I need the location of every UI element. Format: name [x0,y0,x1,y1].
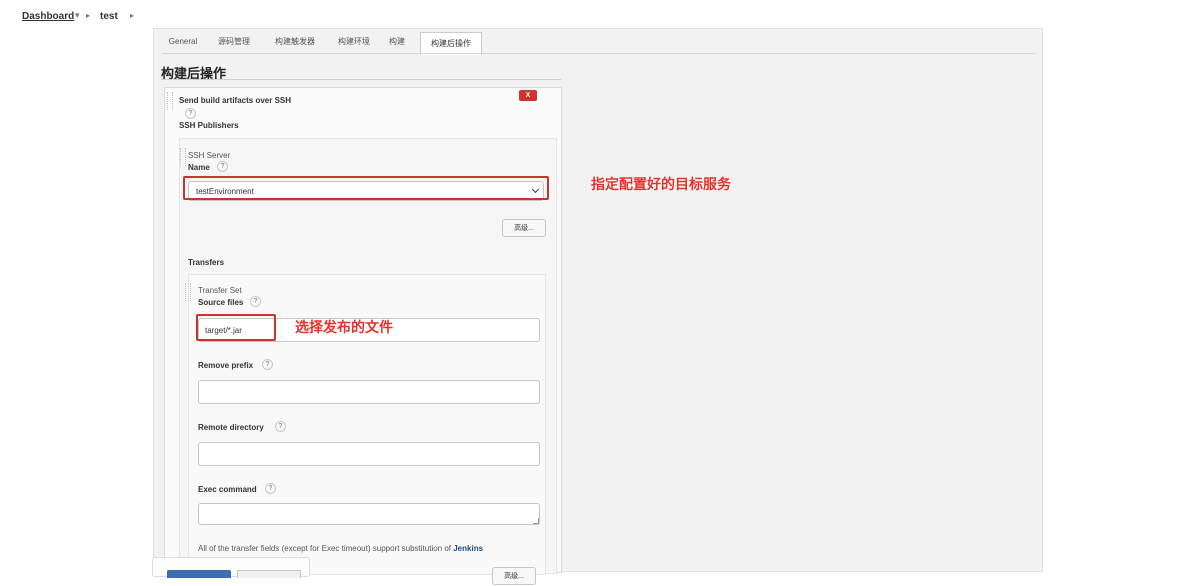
remove-prefix-input[interactable] [198,380,540,404]
config-panel: General 源码管理 构建触发器 构建环境 构建 构建后操作 构建后操作 S… [153,28,1043,585]
exec-command-label: Exec command [198,485,257,494]
tab-build-environment[interactable]: 构建环境 [330,31,378,51]
ssh-server-block: SSH Server Name ? testEnvironment 高级... … [179,138,557,585]
breadcrumb-separator-icon: ▸ [130,11,135,20]
tab-bar: General 源码管理 构建触发器 构建环境 构建 构建后操作 [162,31,502,55]
tab-underline [162,53,1036,54]
name-help-icon[interactable]: ? [217,161,228,172]
breadcrumb: Dashboard ▾ ▸ test ▸ [0,0,1184,28]
resize-grip-icon[interactable] [533,518,539,524]
tab-build[interactable]: 构建 [382,31,412,51]
chevron-down-icon[interactable]: ▾ [75,10,80,21]
drag-handle-icon[interactable] [185,283,191,301]
breadcrumb-separator-icon: ▸ [86,11,91,20]
transfer-advanced-button[interactable]: 高级... [492,567,536,585]
remote-directory-label: Remote directory [198,423,264,432]
source-files-label: Source files [198,298,244,307]
plugin-help-icon[interactable]: ? [185,108,196,119]
exec-command-help-icon[interactable]: ? [265,483,276,494]
delete-button[interactable]: X [519,90,537,101]
tab-source-control[interactable]: 源码管理 [210,31,258,51]
annotation-box-server [183,176,549,200]
annotation-source-text: 选择发布的文件 [295,320,393,336]
bottom-button-bar [152,557,310,578]
save-button[interactable] [167,570,231,578]
tab-post-build[interactable]: 构建后操作 [420,32,482,55]
annotation-server-text: 指定配置好的目标服务 [591,177,731,193]
tab-general[interactable]: General [162,31,204,51]
remote-directory-input[interactable] [198,442,540,466]
plugin-title: Send build artifacts over SSH [179,96,292,105]
remove-prefix-help-icon[interactable]: ? [262,359,273,370]
ssh-server-title: SSH Server [188,151,231,160]
breadcrumb-dashboard-link[interactable]: Dashboard [22,11,74,22]
apply-button[interactable] [237,570,301,578]
tab-build-triggers[interactable]: 构建触发器 [266,31,324,51]
ssh-publishers-label: SSH Publishers [179,121,239,130]
server-advanced-button[interactable]: 高级... [502,219,546,237]
transfer-set-title: Transfer Set [198,286,242,295]
transfer-note-text: All of the transfer fields (except for E… [198,544,454,553]
annotation-box-source [196,314,276,341]
source-files-help-icon[interactable]: ? [250,296,261,307]
transfers-label: Transfers [188,258,225,267]
name-label: Name [188,163,210,172]
section-title-underline [161,79,561,80]
remove-prefix-label: Remove prefix [198,361,254,370]
breadcrumb-job-link[interactable]: test [100,11,118,22]
exec-command-textarea[interactable] [198,503,540,525]
drag-handle-icon[interactable] [180,148,186,166]
remote-directory-help-icon[interactable]: ? [275,421,286,432]
drag-handle-icon[interactable] [167,92,173,110]
